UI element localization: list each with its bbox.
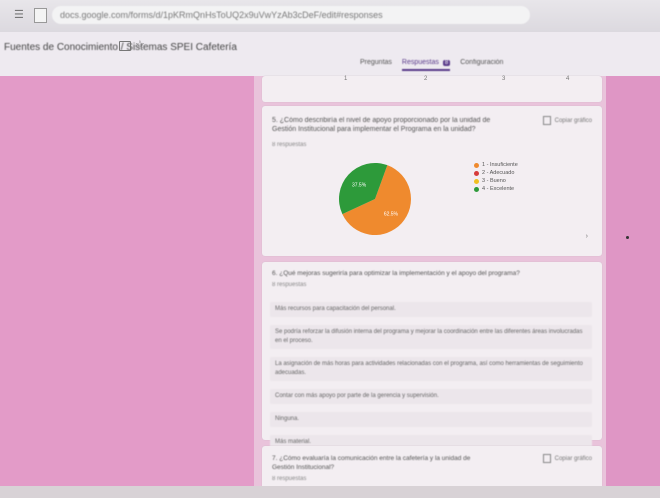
axis-tick: 2 [424, 76, 428, 82]
copy-chart-button[interactable]: Copiar gráfico [542, 454, 592, 463]
tab-responses-label: Respuestas [401, 59, 439, 66]
list-item: Se podría reforzar la difusión interna d… [270, 325, 592, 349]
legend-entry: 1 - Insuficiente [474, 162, 518, 168]
folder-icon[interactable] [119, 41, 131, 51]
axis-tick: 1 [344, 76, 348, 82]
legend-entry: 3 - Bueno [474, 178, 518, 184]
star-icon[interactable]: ☆ [135, 38, 145, 51]
background-panel-left [0, 76, 254, 486]
question-title: 6. ¿Qué mejoras sugeriría para optimizar… [272, 270, 520, 277]
legend-label: 2 - Adecuado [482, 170, 515, 176]
copy-icon [542, 116, 551, 125]
legend-dot-icon [474, 170, 479, 176]
response-count-badge: 8 [442, 59, 451, 66]
response-count: 8 respuestas [272, 282, 307, 288]
answer-list: Más recursos para capacitación del perso… [270, 302, 592, 458]
legend-entry: 4 - Excelente [474, 186, 518, 192]
response-count: 8 respuestas [272, 476, 307, 482]
bottom-edge [0, 486, 660, 498]
question-card-6: 6. ¿Qué mejoras sugeriría para optimizar… [262, 262, 602, 450]
chevron-right-icon[interactable]: › [586, 233, 588, 240]
legend-dot-icon [474, 178, 479, 184]
pie-chart-svg: 62.5% 37.5% [339, 163, 411, 235]
browser-toolbar: ☰ docs.google.com/forms/d/1pKRmQnHsToUQ2… [0, 0, 660, 33]
axis-tick: 4 [566, 76, 570, 82]
legend-entry: 2 - Adecuado [474, 170, 518, 176]
tab-questions[interactable]: Preguntas [360, 59, 392, 71]
tab-settings[interactable]: Configuración [460, 59, 503, 71]
page-icon [34, 8, 47, 23]
question-title: 5. ¿Cómo describiría el nivel de apoyo p… [272, 117, 491, 133]
slice-label: 37.5% [352, 182, 367, 188]
previous-question-card: 1 2 3 4 [262, 76, 602, 102]
list-item: La asignación de más horas para activida… [270, 357, 592, 381]
response-count: 8 respuestas [272, 142, 307, 148]
chart-legend: 1 - Insuficiente 2 - Adecuado 3 - Bueno 4 -… [474, 162, 518, 194]
slice-label: 62.5% [384, 212, 399, 218]
list-item: Más recursos para capacitación del perso… [270, 302, 592, 317]
copy-chart-label: Copiar gráfico [554, 455, 592, 462]
legend-label: 3 - Bueno [482, 178, 506, 184]
form-tabs: Preguntas Respuestas 8 Configuración [360, 59, 503, 71]
list-item: Contar con más apoyo por parte de la ger… [270, 389, 592, 404]
mouse-cursor [626, 236, 629, 239]
form-header: Fuentes de Conocimiento / Sistemas SPEI … [0, 32, 660, 76]
legend-label: 4 - Excelente [482, 186, 515, 192]
legend-dot-icon [474, 186, 479, 192]
background-panel-right [606, 76, 660, 486]
address-bar[interactable]: docs.google.com/forms/d/1pKRmQnHsToUQ2x9… [52, 6, 530, 24]
copy-chart-label: Copiar gráfico [554, 117, 592, 124]
question-card-5: 5. ¿Cómo describiría el nivel de apoyo p… [262, 106, 602, 256]
tab-responses[interactable]: Respuestas 8 [401, 59, 451, 71]
axis-tick: 3 [502, 76, 506, 82]
list-item: Ninguna. [270, 412, 592, 427]
pie-chart: 62.5% 37.5% [338, 162, 412, 236]
question-title: 7. ¿Cómo evaluaría la comunicación entre… [272, 455, 471, 471]
copy-icon [542, 454, 551, 463]
copy-chart-button[interactable]: Copiar gráfico [542, 116, 592, 125]
hamburger-icon[interactable]: ☰ [14, 9, 24, 21]
legend-dot-icon [474, 162, 479, 168]
legend-label: 1 - Insuficiente [482, 162, 518, 168]
